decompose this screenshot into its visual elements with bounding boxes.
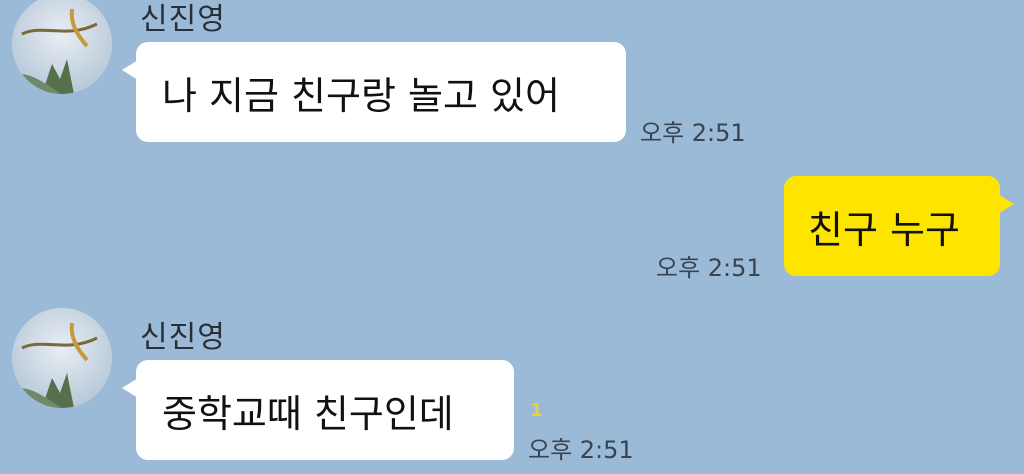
message-text: 나 지금 친구랑 놀고 있어: [162, 73, 560, 118]
sender-name: 신진영: [140, 2, 226, 37]
profile-avatar-icon: [12, 0, 112, 94]
profile-avatar-icon: [12, 308, 112, 408]
incoming-message-bubble[interactable]: 중학교때 친구인데: [122, 360, 514, 460]
outgoing-message-bubble[interactable]: 친구 누구: [784, 176, 1014, 276]
chat-room: 신진영 나 지금 친구랑 놀고 있어 오후 2:51 오후 2:51 친구 누구…: [0, 0, 1024, 474]
message-timestamp: 오후 2:51: [640, 119, 746, 147]
sender-avatar[interactable]: [12, 308, 112, 408]
message-timestamp: 오후 2:51: [656, 254, 762, 282]
sender-avatar[interactable]: [12, 0, 112, 94]
incoming-message-bubble[interactable]: 나 지금 친구랑 놀고 있어: [122, 42, 626, 142]
sender-name: 신진영: [140, 320, 226, 355]
message-text: 친구 누구: [808, 207, 960, 252]
message-timestamp: 오후 2:51: [528, 436, 634, 464]
message-text: 중학교때 친구인데: [162, 391, 454, 436]
unread-count-badge: 1: [530, 400, 543, 421]
